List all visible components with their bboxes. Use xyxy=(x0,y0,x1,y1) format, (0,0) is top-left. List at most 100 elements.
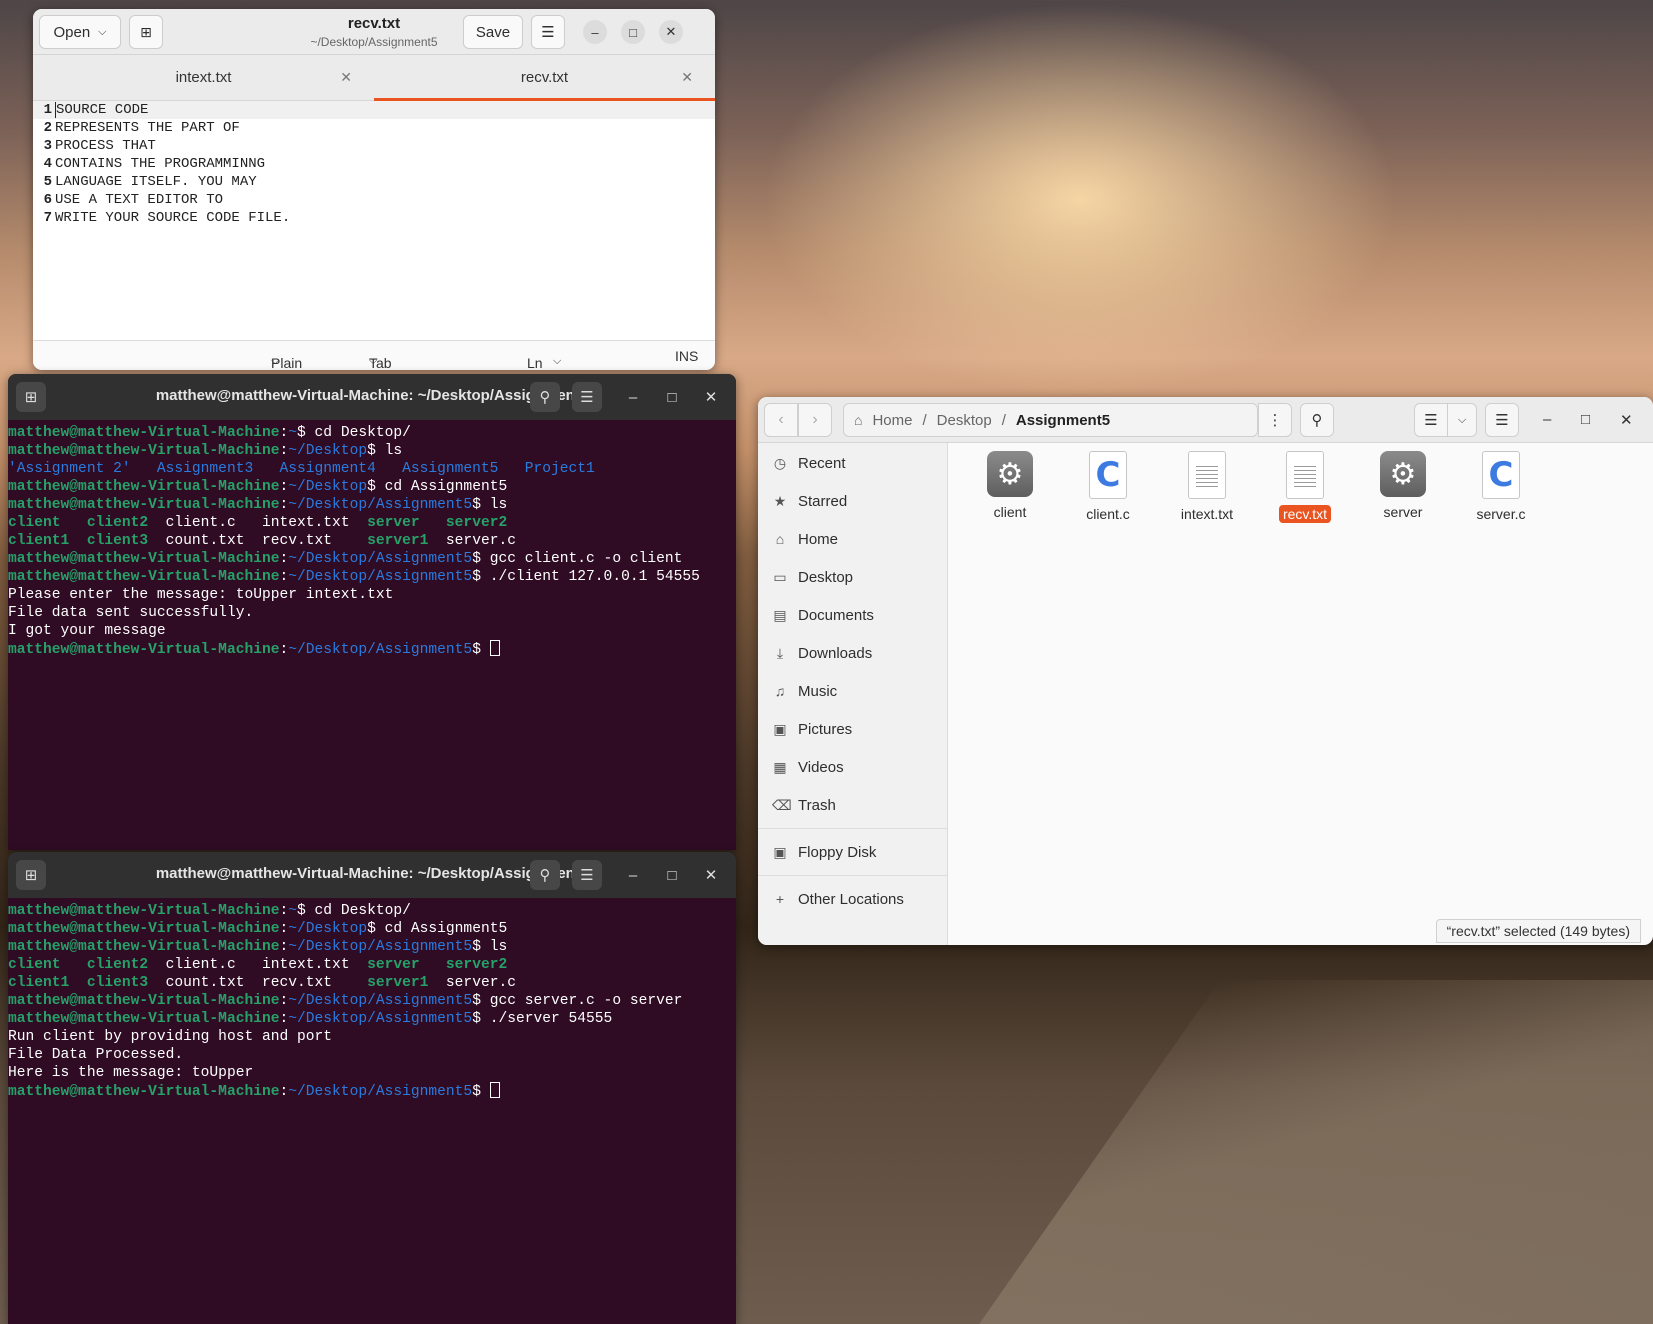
code-line: 3 PROCESS THAT xyxy=(33,137,715,155)
tab-close-icon[interactable]: ✕ xyxy=(340,69,352,86)
close-button[interactable]: ✕ xyxy=(696,860,726,890)
file-item-client-c[interactable]: C client.c xyxy=(1060,451,1156,523)
prompt-command: cd Assignment5 xyxy=(375,479,508,495)
sidebar-item-home[interactable]: ⌂ Home xyxy=(758,522,947,556)
file-item-intext-txt[interactable]: intext.txt xyxy=(1159,451,1255,523)
code-line: 6 USE A TEXT EDITOR TO xyxy=(33,191,715,209)
line-number: 3 xyxy=(43,138,52,154)
terminal-output-line: client client2 client.c intext.txt serve… xyxy=(8,956,736,974)
terminal-output[interactable]: matthew@matthew-Virtual-Machine:~$ cd De… xyxy=(8,898,736,1100)
terminal-cursor xyxy=(489,1082,500,1098)
prompt-command: ./server 54555 xyxy=(480,1011,613,1027)
output-text: client client2 client.c intext.txt serve… xyxy=(8,515,508,531)
sidebar-item-pictures[interactable]: ▣ Pictures xyxy=(758,712,947,746)
path-current[interactable]: Assignment5 xyxy=(1016,412,1110,429)
minimize-button[interactable]: – xyxy=(618,860,648,890)
search-icon: ⚲ xyxy=(539,389,551,406)
sidebar-item-desktop[interactable]: ▭ Desktop xyxy=(758,560,947,594)
text-file-icon xyxy=(1188,451,1226,499)
files-sidebar: ◷ Recent ★ Starred ⌂ Home ▭ Desktop ▤ Documen… xyxy=(758,443,948,945)
terminal-prompt-line: matthew@matthew-Virtual-Machine:~/Deskto… xyxy=(8,920,736,938)
main-menu-button[interactable]: ☰ xyxy=(1485,403,1519,437)
code-line: 4 CONTAINS THE PROGRAMMINNG xyxy=(33,155,715,173)
downloads-icon: ⤓ xyxy=(776,644,784,661)
path-menu-button[interactable]: ⋮ xyxy=(1258,403,1292,437)
insert-mode-indicator[interactable]: INS xyxy=(675,348,698,364)
sidebar-item-documents[interactable]: ▤ Documents xyxy=(758,598,947,632)
menu-button[interactable]: ☰ xyxy=(531,15,565,49)
output-text: client1 client3 count.txt recv.txt serve… xyxy=(8,975,516,991)
line-text: REPRESENTS THE PART OF xyxy=(55,120,240,136)
menu-button[interactable]: ☰ xyxy=(572,860,602,890)
maximize-button[interactable]: □ xyxy=(657,860,687,890)
tab-recv[interactable]: recv.txt ✕ xyxy=(374,55,715,101)
path-separator: / xyxy=(1001,411,1006,429)
prompt-path: ~/Desktop/Assignment5 xyxy=(288,569,473,585)
minimize-button[interactable]: – xyxy=(1543,411,1551,428)
file-item-client[interactable]: ⚙ client xyxy=(962,451,1058,521)
maximize-button[interactable]: □ xyxy=(657,382,687,412)
terminal-output[interactable]: matthew@matthew-Virtual-Machine:~$ cd De… xyxy=(8,420,736,658)
maximize-button[interactable]: □ xyxy=(621,20,645,44)
maximize-icon: □ xyxy=(1581,411,1591,428)
close-button[interactable]: ✕ xyxy=(659,20,683,44)
output-text: 'Assignment 2' Assignment3 Assignment4 A… xyxy=(8,461,595,477)
forward-button[interactable]: › xyxy=(798,403,832,437)
sidebar-item-label: Downloads xyxy=(798,644,873,662)
sidebar-item-downloads[interactable]: ⤓ Downloads xyxy=(758,636,947,670)
terminal-prompt-line: matthew@matthew-Virtual-Machine:~/Deskto… xyxy=(8,938,736,956)
minimize-button[interactable]: – xyxy=(583,20,607,44)
prompt-dollar: $ xyxy=(472,497,481,513)
output-text: Here is the message: toUpper xyxy=(8,1065,254,1081)
sidebar-item-videos[interactable]: ▦ Videos xyxy=(758,750,947,784)
back-button[interactable]: ‹ xyxy=(764,403,798,437)
output-text: client client2 client.c intext.txt serve… xyxy=(8,957,508,973)
menu-button[interactable]: ☰ xyxy=(572,382,602,412)
line-text: WRITE YOUR SOURCE CODE FILE. xyxy=(55,210,291,226)
output-text: client1 client3 count.txt recv.txt serve… xyxy=(8,533,516,549)
sidebar-item-recent[interactable]: ◷ Recent xyxy=(758,446,947,480)
file-item-recv-txt[interactable]: recv.txt xyxy=(1257,451,1353,523)
path-desktop[interactable]: Desktop xyxy=(937,412,992,429)
sidebar-item-other-locations[interactable]: + Other Locations xyxy=(758,882,947,916)
sidebar-item-trash[interactable]: ⌫ Trash xyxy=(758,788,947,822)
search-button[interactable]: ⚲ xyxy=(530,860,560,890)
prompt-path: ~/Desktop/Assignment5 xyxy=(288,1011,473,1027)
terminal-output-line: File data sent successfully. xyxy=(8,604,736,622)
terminal-output-line: client client2 client.c intext.txt serve… xyxy=(8,514,736,532)
close-button[interactable]: ✕ xyxy=(1620,411,1633,429)
file-item-server-c[interactable]: C server.c xyxy=(1453,451,1549,523)
editor-text-area[interactable]: 1 SOURCE CODE 2 REPRESENTS THE PART OF 3 PR… xyxy=(33,101,715,341)
prompt-path: ~/Desktop/Assignment5 xyxy=(288,642,473,658)
terminal-prompt-line: matthew@matthew-Virtual-Machine:~/Deskto… xyxy=(8,992,736,1010)
file-item-server[interactable]: ⚙ server xyxy=(1355,451,1451,521)
path-home[interactable]: Home xyxy=(872,412,912,429)
terminal-cursor xyxy=(489,640,500,656)
star-icon: ★ xyxy=(773,492,787,509)
prompt-user: matthew@matthew-Virtual-Machine xyxy=(8,1011,280,1027)
prompt-dollar: $ xyxy=(297,425,306,441)
close-button[interactable]: ✕ xyxy=(696,382,726,412)
view-options-button[interactable]: ⌵ xyxy=(1447,403,1477,437)
minimize-button[interactable]: – xyxy=(618,382,648,412)
chevron-right-icon: › xyxy=(812,411,818,428)
view-toggle-button[interactable]: ☰ xyxy=(1414,403,1448,437)
c-source-icon: C xyxy=(1089,451,1127,499)
code-line: 1 SOURCE CODE xyxy=(33,101,715,119)
search-button[interactable]: ⚲ xyxy=(1300,403,1334,437)
videos-icon: ▦ xyxy=(773,758,787,775)
maximize-button[interactable]: □ xyxy=(1581,411,1590,428)
sidebar-item-starred[interactable]: ★ Starred xyxy=(758,484,947,518)
prompt-colon: : xyxy=(279,642,289,658)
prompt-command xyxy=(481,1084,490,1100)
save-button[interactable]: Save xyxy=(463,15,523,49)
prompt-user: matthew@matthew-Virtual-Machine xyxy=(8,642,280,658)
search-button[interactable]: ⚲ xyxy=(530,382,560,412)
tab-close-icon[interactable]: ✕ xyxy=(681,69,693,86)
prompt-colon: : xyxy=(279,497,289,513)
tab-intext[interactable]: intext.txt ✕ xyxy=(33,55,374,100)
sidebar-item-floppy-disk[interactable]: ▣ Floppy Disk xyxy=(758,835,947,869)
sidebar-item-music[interactable]: ♫ Music xyxy=(758,674,947,708)
close-icon: ✕ xyxy=(1620,412,1633,429)
sidebar-item-label: Recent xyxy=(798,454,846,472)
